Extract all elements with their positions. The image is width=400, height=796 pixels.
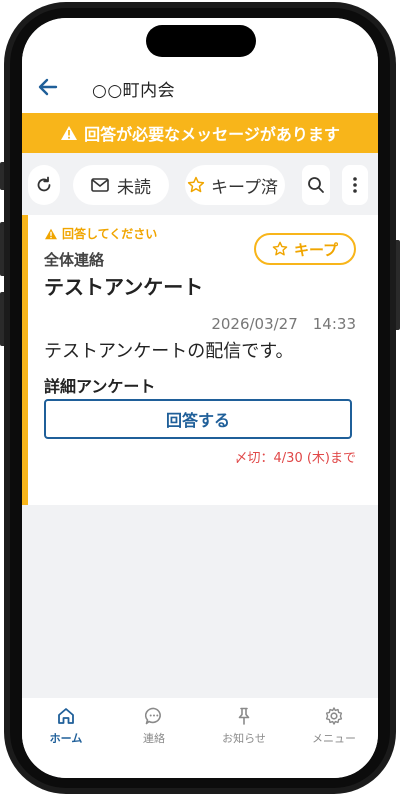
deadline-text: 〆切：4/30 (木)まで: [234, 451, 356, 466]
star-icon: [187, 176, 205, 193]
pin-icon: [238, 707, 250, 725]
search-button[interactable]: [302, 165, 330, 205]
filter-toolbar: 未読 キープ済: [22, 153, 378, 215]
warning-icon: [61, 126, 78, 140]
tab-notices-label: お知らせ: [222, 732, 266, 745]
message-card[interactable]: 回答してください キープ 全体連絡 テストアンケート 2026/03/27 14…: [22, 215, 378, 505]
warning-icon: [45, 228, 57, 239]
message-body: テストアンケートの配信です。: [44, 341, 294, 362]
refresh-button[interactable]: [28, 165, 60, 205]
gear-icon: [325, 707, 343, 725]
message-category: 全体連絡: [44, 251, 105, 269]
kept-label: キープ済: [211, 177, 278, 198]
keep-button[interactable]: キープ: [254, 233, 356, 265]
unread-label: 未読: [117, 177, 151, 198]
page-title: ○○町内会: [92, 81, 176, 101]
message-title: テストアンケート: [44, 275, 204, 299]
unread-filter-button[interactable]: 未読: [73, 165, 169, 205]
more-options-button[interactable]: [342, 165, 368, 205]
needs-answer-label: 回答してください: [44, 225, 157, 242]
banner-text: 回答が必要なメッセージがあります: [84, 125, 340, 144]
mail-icon: [91, 178, 109, 192]
app-screen: ○○町内会 回答が必要なメッセージがあります 未読 キープ済 回答してください …: [22, 18, 378, 778]
tab-notices[interactable]: お知らせ: [204, 706, 284, 756]
bottom-tab-bar: ホーム 連絡 お知らせ メニュー: [22, 698, 378, 778]
answer-button[interactable]: 回答する: [44, 399, 352, 439]
tab-home[interactable]: ホーム: [26, 706, 106, 756]
tab-contact-label: 連絡: [143, 732, 165, 745]
tab-contact[interactable]: 連絡: [114, 706, 194, 756]
answer-required-banner[interactable]: 回答が必要なメッセージがあります: [22, 113, 378, 153]
needs-answer-text: 回答してください: [62, 227, 158, 241]
tab-menu-label: メニュー: [312, 732, 356, 745]
star-icon: [272, 241, 288, 256]
message-datetime: 2026/03/27 14:33: [211, 315, 356, 333]
refresh-icon: [37, 176, 51, 192]
kept-filter-button[interactable]: キープ済: [185, 165, 285, 205]
tab-menu[interactable]: メニュー: [294, 706, 374, 756]
back-arrow-icon[interactable]: [36, 76, 60, 98]
home-icon: [58, 708, 74, 724]
more-vertical-icon: [353, 177, 357, 193]
keep-label: キープ: [293, 240, 339, 259]
dynamic-island: [146, 25, 256, 57]
search-icon: [308, 177, 324, 193]
survey-label: 詳細アンケート: [44, 377, 156, 396]
chat-icon: [144, 707, 161, 725]
tab-home-label: ホーム: [49, 732, 83, 745]
